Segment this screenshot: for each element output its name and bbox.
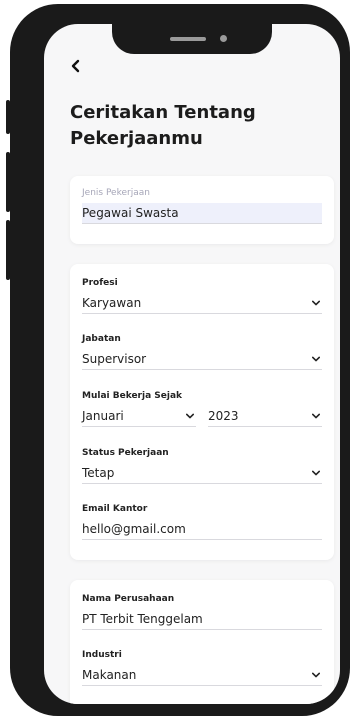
job-type-input[interactable]: Pegawai Swasta [82, 203, 322, 224]
company-card: Nama Perusahaan PT Terbit Tenggelam Indu… [70, 580, 334, 704]
job-details-card: Profesi Karyawan Jabatan Supervisor Mula… [70, 264, 334, 560]
start-year-box: 2023 [208, 406, 322, 427]
industry-field[interactable]: Industri Makanan [82, 650, 322, 686]
chevron-down-icon [312, 469, 320, 477]
chevron-down-icon [312, 412, 320, 420]
employment-status-value: Tetap [82, 466, 115, 480]
job-type-field[interactable]: Jenis Pekerjaan Pegawai Swasta [82, 188, 322, 224]
back-button[interactable] [70, 56, 82, 78]
office-email-label: Email Kantor [82, 504, 148, 514]
office-email-field[interactable]: Email Kantor hello@gmail.com [82, 504, 322, 540]
industry-label: Industri [82, 650, 122, 660]
chevron-left-icon [71, 59, 80, 73]
chevron-down-icon [186, 412, 194, 420]
profession-value: Karyawan [82, 296, 142, 310]
page-title: Ceritakan Tentang Pekerjaanmu [70, 102, 256, 149]
profession-field[interactable]: Profesi Karyawan [82, 278, 322, 314]
start-work-label: Mulai Bekerja Sejak [82, 391, 183, 401]
industry-select[interactable]: Makanan [82, 665, 322, 686]
phone-screen: Ceritakan Tentang Pekerjaanmu Jenis Peke… [44, 24, 340, 704]
start-year-select[interactable]: 2023 [208, 403, 322, 427]
start-month-box: Januari [82, 406, 196, 427]
start-work-field: Mulai Bekerja Sejak Januari 2023 [82, 391, 322, 427]
notch [112, 24, 272, 54]
side-button-mute [6, 100, 10, 134]
job-type-card: Jenis Pekerjaan Pegawai Swasta [70, 176, 334, 244]
speaker [170, 37, 206, 41]
start-month-select[interactable]: Januari [82, 403, 196, 427]
side-button-volume-down [6, 220, 10, 280]
job-type-label: Jenis Pekerjaan [82, 188, 150, 198]
camera [220, 35, 227, 42]
employment-status-label: Status Pekerjaan [82, 448, 169, 458]
chevron-down-icon [312, 299, 320, 307]
position-select[interactable]: Supervisor [82, 349, 322, 370]
profession-label: Profesi [82, 278, 118, 288]
position-label: Jabatan [82, 334, 121, 344]
employment-status-select[interactable]: Tetap [82, 463, 322, 484]
position-value: Supervisor [82, 352, 147, 366]
phone-frame: Ceritakan Tentang Pekerjaanmu Jenis Peke… [6, 4, 350, 716]
company-name-label: Nama Perusahaan [82, 594, 175, 604]
company-name-input[interactable]: PT Terbit Tenggelam [82, 609, 322, 630]
profession-select[interactable]: Karyawan [82, 293, 322, 314]
position-field[interactable]: Jabatan Supervisor [82, 334, 322, 370]
side-button-volume-up [6, 152, 10, 212]
chevron-down-icon [312, 355, 320, 363]
chevron-down-icon [312, 671, 320, 679]
start-year-value: 2023 [208, 409, 239, 423]
employment-status-field[interactable]: Status Pekerjaan Tetap [82, 448, 322, 484]
industry-value: Makanan [82, 668, 137, 682]
company-name-field[interactable]: Nama Perusahaan PT Terbit Tenggelam [82, 594, 322, 630]
start-month-value: Januari [82, 409, 124, 423]
office-email-input[interactable]: hello@gmail.com [82, 519, 322, 540]
